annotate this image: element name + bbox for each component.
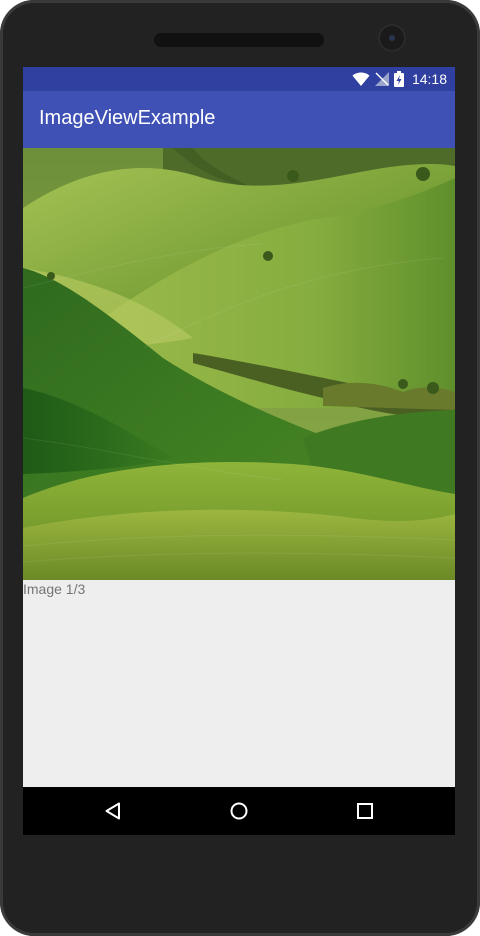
home-icon [230,802,248,820]
landscape-image [23,148,455,580]
home-button[interactable] [209,787,269,835]
front-camera-icon [378,24,406,52]
app-title: ImageViewExample [39,107,216,129]
earpiece-speaker [154,33,324,47]
recents-icon [357,803,373,819]
wifi-icon [352,72,370,86]
phone-frame: 14:18 ImageViewExample Image 1/3 [0,0,480,936]
screen: 14:18 ImageViewExample Image 1/3 [23,67,455,835]
no-signal-icon [374,72,389,86]
app-bar: ImageViewExample [23,91,455,148]
status-bar: 14:18 [23,67,455,91]
recents-button[interactable] [335,787,395,835]
status-clock: 14:18 [411,71,447,87]
image-counter-label: Image 1/3 [23,581,86,597]
navigation-bar [23,787,455,835]
back-icon [105,802,120,820]
back-button[interactable] [83,787,143,835]
battery-charging-icon [393,71,404,87]
